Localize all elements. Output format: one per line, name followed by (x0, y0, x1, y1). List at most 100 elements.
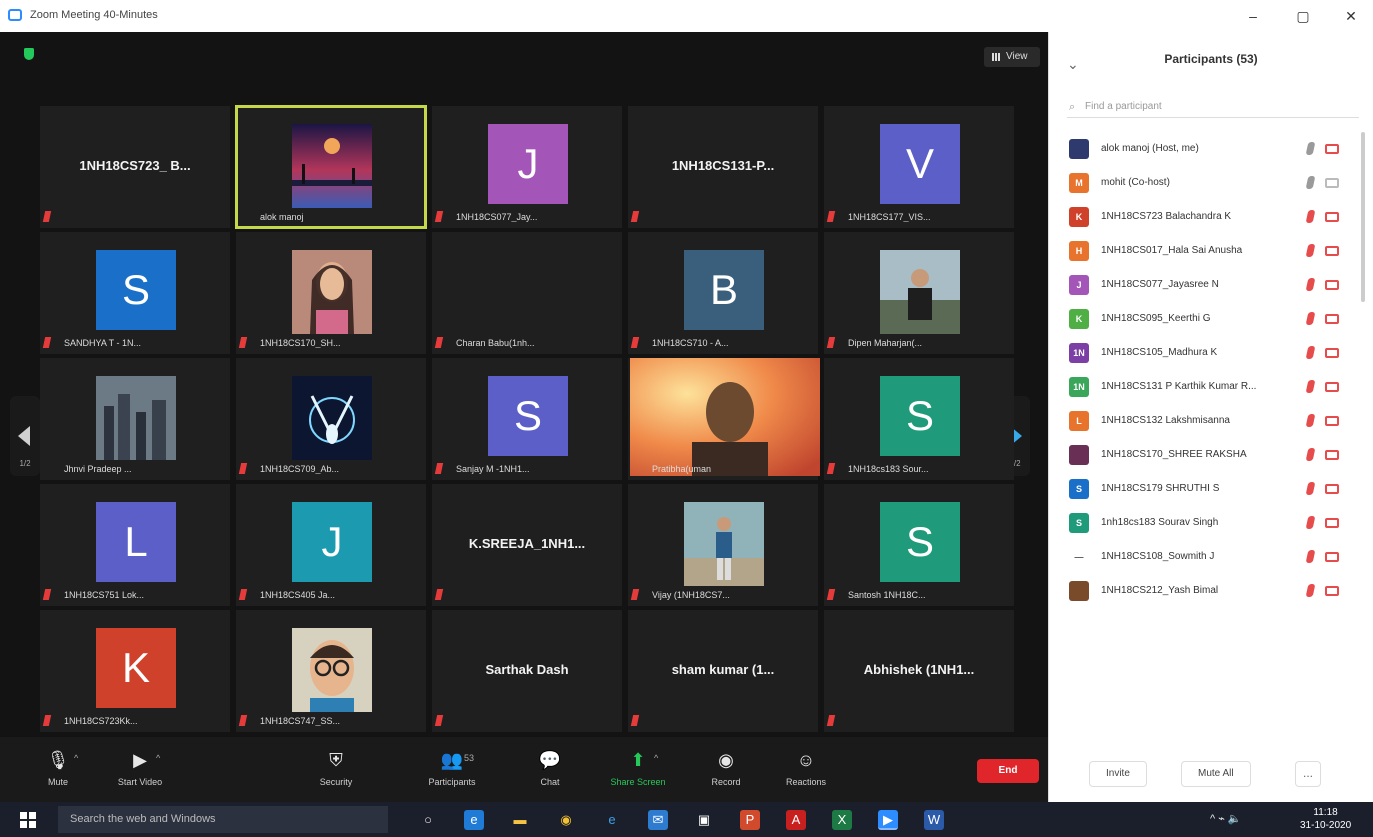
participant-list-item[interactable]: K 1NH18CS095_Keerthi G (1049, 302, 1369, 336)
mute-button[interactable]: 🎙 ^ Mute (18, 745, 98, 797)
previous-page-button[interactable]: 1/2 (10, 396, 40, 476)
powerpoint-icon[interactable]: P (740, 810, 760, 830)
close-button[interactable]: ✕ (1336, 5, 1366, 27)
excel-icon[interactable]: X (832, 810, 852, 830)
participant-video-tile[interactable]: Vijay (1NH18CS7... (628, 484, 818, 606)
view-button[interactable]: View (984, 47, 1040, 67)
camera-off-icon[interactable] (1325, 586, 1339, 596)
participant-video-tile[interactable]: Jhnvi Pradeep ... (40, 358, 230, 480)
share-screen-button[interactable]: ⬆ ^ Share Screen (598, 745, 678, 797)
file-explorer-icon[interactable]: ▬ (510, 810, 530, 830)
participant-list-item[interactable]: J 1NH18CS077_Jayasree N (1049, 268, 1369, 302)
chevron-up-icon[interactable]: ^ (156, 753, 160, 763)
maximize-button[interactable]: ▢ (1288, 5, 1318, 27)
muted-mic-icon[interactable] (1305, 550, 1316, 563)
camera-off-icon[interactable] (1325, 212, 1339, 222)
participant-video-tile[interactable]: Dipen Maharjan(... (824, 232, 1014, 354)
camera-off-icon[interactable] (1325, 348, 1339, 358)
muted-mic-icon[interactable] (1305, 210, 1316, 223)
participant-video-tile[interactable]: Pratibha(uman (628, 358, 820, 480)
participant-video-tile[interactable]: 1NH18CS170_SH... (236, 232, 426, 354)
participants-button[interactable]: 👥 53 Participants (412, 745, 492, 797)
end-meeting-button[interactable]: End (977, 759, 1039, 783)
camera-off-icon[interactable] (1325, 314, 1339, 324)
minimize-button[interactable]: – (1238, 5, 1268, 27)
participant-list-item[interactable]: Mmohit (Co-host) (1049, 166, 1369, 200)
participant-video-tile[interactable]: 1NH18CS747_SS... (236, 610, 426, 732)
participant-list-item[interactable]: S 1NH18CS179 SHRUTHI S (1049, 472, 1369, 506)
reactions-button[interactable]: ☺ Reactions (766, 745, 846, 797)
more-options-button[interactable]: ... (1295, 761, 1321, 787)
mute-all-button[interactable]: Mute All (1181, 761, 1251, 787)
camera-off-icon[interactable] (1325, 416, 1339, 426)
participant-list-item[interactable]: 1NH18CS212_Yash Bimal (1049, 574, 1369, 608)
participant-video-tile[interactable]: K.SREEJA_1NH1... (432, 484, 622, 606)
system-tray[interactable]: ^ ⌁ 🔈 (1210, 812, 1242, 825)
participant-list-scrollbar[interactable] (1361, 132, 1365, 302)
participant-video-tile[interactable]: L 1NH18CS751 Lok... (40, 484, 230, 606)
participant-video-tile[interactable]: sham kumar (1... (628, 610, 818, 732)
chevron-up-icon[interactable]: ^ (654, 753, 658, 763)
muted-mic-icon[interactable] (1305, 516, 1316, 529)
participant-list-item[interactable]: alok manoj (Host, me) (1049, 132, 1369, 166)
camera-off-icon[interactable] (1325, 484, 1339, 494)
participant-list-item[interactable]: K 1NH18CS723 Balachandra K (1049, 200, 1369, 234)
participant-video-tile[interactable]: V 1NH18CS177_VIS... (824, 106, 1014, 228)
participant-video-tile[interactable]: S Sanjay M -1NH1... (432, 358, 622, 480)
taskbar-search-box[interactable]: Search the web and Windows (58, 806, 388, 833)
muted-mic-icon[interactable] (1305, 584, 1316, 597)
camera-off-icon[interactable] (1325, 280, 1339, 290)
muted-mic-icon[interactable] (1305, 482, 1316, 495)
word-icon[interactable]: W (924, 810, 944, 830)
muted-mic-icon[interactable] (1305, 244, 1316, 257)
start-video-button[interactable]: ▶ ^ Start Video (100, 745, 180, 797)
participant-video-tile[interactable]: 1NH18CS723_ B... (40, 106, 230, 228)
camera-off-icon[interactable] (1325, 144, 1339, 154)
camera-off-icon[interactable] (1325, 552, 1339, 562)
microphone-icon[interactable] (1305, 142, 1316, 155)
participant-video-tile[interactable]: S Santosh 1NH18C... (824, 484, 1014, 606)
muted-mic-icon[interactable] (1305, 346, 1316, 359)
participant-search-input[interactable]: Find a participant (1067, 96, 1359, 118)
camera-off-icon[interactable] (1325, 450, 1339, 460)
chevron-up-icon[interactable]: ^ (74, 753, 78, 763)
participant-list-item[interactable]: S 1nh18cs183 Sourav Singh (1049, 506, 1369, 540)
participant-video-tile[interactable]: B 1NH18CS710 - A... (628, 232, 818, 354)
participant-list-item[interactable]: 1N 1NH18CS105_Madhura K (1049, 336, 1369, 370)
zoom-icon[interactable]: ▶ (878, 810, 898, 830)
participant-video-tile[interactable]: Abhishek (1NH1... (824, 610, 1014, 732)
participant-list-item[interactable]: — 1NH18CS108_Sowmith J (1049, 540, 1369, 574)
camera-off-icon[interactable] (1325, 518, 1339, 528)
participant-video-tile[interactable]: S 1NH18cs183 Sour... (824, 358, 1014, 480)
camera-off-icon[interactable] (1325, 382, 1339, 392)
participant-video-tile[interactable]: 1NH18CS131-P... (628, 106, 818, 228)
camera-icon[interactable] (1325, 178, 1339, 188)
ie-icon[interactable]: e (602, 810, 622, 830)
muted-mic-icon[interactable] (1305, 414, 1316, 427)
participant-video-tile[interactable]: Sarthak Dash (432, 610, 622, 732)
muted-mic-icon[interactable] (1305, 312, 1316, 325)
participant-video-tile[interactable]: J 1NH18CS405 Ja... (236, 484, 426, 606)
edge-icon[interactable]: e (464, 810, 484, 830)
muted-mic-icon[interactable] (1305, 380, 1316, 393)
camera-off-icon[interactable] (1325, 246, 1339, 256)
windows-start-icon[interactable] (20, 812, 36, 828)
participant-list-item[interactable]: L 1NH18CS132 Lakshmisanna (1049, 404, 1369, 438)
participant-video-tile[interactable]: S SANDHYA T - 1N... (40, 232, 230, 354)
task-view-icon[interactable]: ○ (418, 810, 438, 830)
participant-list-item[interactable]: H 1NH18CS017_Hala Sai Anusha (1049, 234, 1369, 268)
muted-mic-icon[interactable] (1305, 278, 1316, 291)
encryption-shield-icon[interactable] (24, 48, 34, 60)
mail-icon[interactable]: ✉ (648, 810, 668, 830)
chat-button[interactable]: 💬 Chat (510, 745, 590, 797)
participant-video-tile[interactable]: J 1NH18CS077_Jay... (432, 106, 622, 228)
record-button[interactable]: ◉ Record (686, 745, 766, 797)
participant-video-tile[interactable]: Charan Babu(1nh... (432, 232, 622, 354)
participant-video-tile[interactable]: alok manoj (235, 105, 427, 229)
invite-button[interactable]: Invite (1089, 761, 1147, 787)
security-button[interactable]: ⛨ Security (296, 745, 376, 797)
participant-list-item[interactable]: 1N 1NH18CS131 P Karthik Kumar R... (1049, 370, 1369, 404)
store-icon[interactable]: ▣ (694, 810, 714, 830)
participant-video-tile[interactable]: K 1NH18CS723Kk... (40, 610, 230, 732)
muted-mic-icon[interactable] (1305, 448, 1316, 461)
